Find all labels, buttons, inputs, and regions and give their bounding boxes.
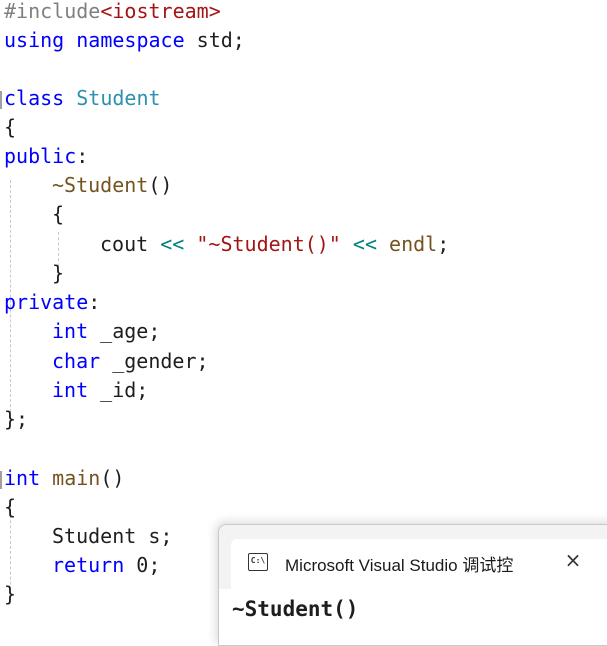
- semicolon: ;: [437, 232, 450, 256]
- code-line-10: }: [52, 259, 64, 288]
- code-line-20: return 0;: [52, 551, 160, 580]
- console-tab[interactable]: C:\ Microsoft Visual Studio 调试控 ×: [231, 539, 607, 589]
- keyword-return: return: [52, 553, 125, 577]
- destructor-name: ~Student: [52, 173, 149, 197]
- code-line-18: {: [4, 493, 16, 522]
- member-age: _age;: [88, 319, 161, 343]
- code-line-1: #include<iostream>: [4, 0, 221, 26]
- keyword-namespace: namespace: [76, 28, 185, 52]
- class-name: Student: [76, 86, 161, 110]
- code-line-4: class Student: [4, 84, 161, 113]
- stream-operator: <<: [160, 232, 185, 256]
- fold-marker[interactable]: [0, 471, 2, 489]
- keyword-private: private: [4, 290, 89, 314]
- code-line-15: };: [4, 405, 28, 434]
- namespace-std: std;: [184, 28, 245, 52]
- member-id: _id;: [88, 378, 149, 402]
- parens: (): [100, 466, 125, 490]
- type-student: Student: [52, 524, 137, 548]
- cout: cout: [100, 232, 149, 256]
- code-line-11: private:: [4, 288, 100, 317]
- fold-marker[interactable]: [0, 91, 2, 109]
- brace-open: {: [4, 495, 17, 519]
- debug-console-window[interactable]: C:\ Microsoft Visual Studio 调试控 × ~Stude…: [218, 524, 607, 646]
- close-icon[interactable]: ×: [562, 548, 584, 572]
- brace-close-semicolon: };: [4, 407, 29, 431]
- parens: (): [148, 173, 173, 197]
- stream-operator: <<: [352, 232, 377, 256]
- code-line-17: int main(): [4, 464, 124, 493]
- code-line-8: {: [52, 200, 64, 229]
- colon: :: [88, 290, 101, 314]
- console-output-text: ~Student(): [232, 597, 359, 621]
- code-line-13: char _gender;: [52, 347, 209, 376]
- code-line-19: Student s;: [52, 522, 172, 551]
- brace-open: {: [52, 202, 65, 226]
- keyword-char: char: [52, 349, 101, 373]
- brace-open: {: [4, 115, 17, 139]
- keyword-using: using: [4, 28, 65, 52]
- brace-close: }: [52, 261, 65, 285]
- string-literal: "~Student()": [196, 232, 341, 256]
- code-line-21: }: [4, 580, 16, 609]
- keyword-int: int: [52, 319, 89, 343]
- preprocessor-directive: #include: [4, 0, 101, 23]
- code-line-12: int _age;: [52, 317, 160, 346]
- keyword-public: public: [4, 144, 77, 168]
- keyword-int: int: [4, 466, 41, 490]
- code-line-7: ~Student(): [52, 171, 172, 200]
- keyword-class: class: [4, 86, 65, 110]
- code-line-14: int _id;: [52, 376, 148, 405]
- function-main: main: [52, 466, 101, 490]
- colon: :: [76, 144, 89, 168]
- console-icon: C:\: [248, 553, 268, 571]
- brace-close: }: [4, 582, 17, 606]
- return-value: 0;: [124, 553, 161, 577]
- console-title: Microsoft Visual Studio 调试控: [285, 556, 514, 575]
- code-line-6: public:: [4, 142, 88, 171]
- console-output-area[interactable]: ~Student(): [219, 589, 607, 645]
- variable-s: s;: [136, 524, 173, 548]
- code-line-9: cout << "~Student()" << endl;: [100, 230, 449, 259]
- code-line-5: {: [4, 113, 16, 142]
- member-gender: _gender;: [100, 349, 209, 373]
- endl: endl: [389, 232, 438, 256]
- keyword-int: int: [52, 378, 89, 402]
- include-header: <iostream>: [100, 0, 221, 23]
- code-line-2: using namespace std;: [4, 26, 245, 55]
